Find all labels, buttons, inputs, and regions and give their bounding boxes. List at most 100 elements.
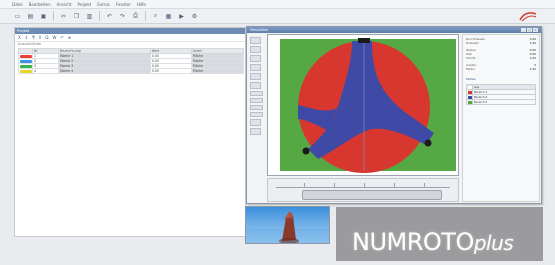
color-swatch[interactable] bbox=[18, 68, 33, 74]
row-nr: 4 bbox=[31, 68, 60, 74]
property-key: Schritt bbox=[466, 56, 476, 60]
new-icon[interactable]: ▭ bbox=[12, 11, 23, 21]
menu-edit[interactable]: Bearbeiten bbox=[29, 2, 51, 7]
open-icon[interactable]: ▤ bbox=[25, 11, 36, 21]
section-icon[interactable] bbox=[250, 128, 261, 135]
timeline-tick bbox=[334, 183, 335, 188]
layer-toggle[interactable] bbox=[250, 98, 263, 103]
row-label: Ebene 4 bbox=[58, 68, 151, 74]
save-icon[interactable]: ▣ bbox=[38, 11, 49, 21]
menu-help[interactable]: Hilfe bbox=[137, 2, 146, 7]
panel-toolbar: X ↕ ¶ V Ω W ↶ ⊕ bbox=[15, 34, 245, 42]
menu-view[interactable]: Ansicht bbox=[57, 2, 72, 7]
timeline-tick bbox=[364, 183, 365, 188]
menu-extras[interactable]: Extras bbox=[97, 2, 110, 7]
paste-icon[interactable]: ▥ bbox=[84, 11, 95, 21]
property-value[interactable]: 1.00 bbox=[530, 56, 536, 60]
window-titlebar[interactable]: Simulation _ □ × bbox=[247, 27, 541, 33]
legend-swatch bbox=[467, 100, 472, 104]
swatch-fill bbox=[19, 54, 32, 58]
layer-toggle[interactable] bbox=[250, 91, 263, 96]
side-toolbar bbox=[250, 37, 264, 172]
pointer-icon[interactable] bbox=[250, 37, 261, 44]
copy-icon[interactable]: ❐ bbox=[71, 11, 82, 21]
toolbar-separator bbox=[145, 11, 146, 21]
swatch-fill bbox=[19, 59, 32, 63]
zoom-in-icon[interactable] bbox=[250, 64, 261, 71]
panel-caption: Auswahlfarbe bbox=[18, 42, 42, 46]
row-value: 0.00 bbox=[149, 68, 192, 74]
table-row[interactable]: 4 Ebene 4 0.00 Fläche bbox=[18, 68, 245, 74]
fit-icon[interactable] bbox=[250, 82, 261, 89]
legend-swatch bbox=[467, 85, 472, 89]
timeline-tick bbox=[424, 183, 425, 188]
color-legend: aus Bereich 1 Bereich 2 Bereich 3 bbox=[466, 84, 536, 105]
zoom-icon[interactable]: ⌕ bbox=[150, 11, 161, 21]
maximize-icon[interactable]: □ bbox=[527, 28, 532, 32]
properties-panel: Durchmesser 3.00 Drehzahl 1.00 Winkel 0.00 … bbox=[462, 34, 540, 202]
legend-row[interactable]: Bereich 3 bbox=[466, 99, 536, 105]
clamp-top bbox=[358, 38, 370, 43]
menu-bar: Datei Bearbeiten Ansicht Projekt Extras … bbox=[0, 0, 555, 9]
legend-swatch bbox=[467, 90, 472, 94]
brand-logo: NUMROTOplus bbox=[352, 228, 514, 256]
timeline[interactable] bbox=[267, 178, 459, 202]
tool-preview-image bbox=[246, 211, 329, 243]
zoom-out-icon[interactable] bbox=[250, 73, 261, 80]
timeline-tick bbox=[394, 183, 395, 188]
simulation-window: Simulation _ □ × Durchmesser 3.00 Drehza… bbox=[246, 26, 542, 204]
property-value[interactable]: 1.00 bbox=[530, 67, 536, 71]
panel-tool[interactable]: V bbox=[38, 35, 43, 40]
panel-tool[interactable]: ⊕ bbox=[67, 35, 72, 40]
panel-tool[interactable]: ↕ bbox=[24, 35, 29, 40]
main-toolbar: ▭ ▤ ▣ ✂ ❐ ▥ ↶ ↷ ⎙ ⌕ ▦ ▶ ⚙ bbox=[0, 9, 555, 24]
panel-tool[interactable]: W bbox=[51, 35, 57, 40]
layer-table: Nr Bezeichnung Wert Anteil 1 Ebene 1 0.0… bbox=[18, 48, 245, 74]
property-key: Drehzahl bbox=[466, 41, 479, 45]
simulation-viewport[interactable] bbox=[267, 34, 459, 176]
window-controls: _ □ × bbox=[521, 27, 538, 33]
app-logo-icon bbox=[519, 12, 537, 22]
toolbar-separator bbox=[53, 11, 54, 21]
cross-section-view bbox=[280, 38, 456, 173]
legend-swatch bbox=[467, 95, 472, 99]
row-note: Fläche bbox=[190, 68, 245, 74]
legend-label: Bereich 3 bbox=[472, 99, 536, 105]
redo-icon[interactable]: ↷ bbox=[117, 11, 128, 21]
panel-tool[interactable]: ↶ bbox=[59, 35, 64, 40]
grid-icon[interactable]: ▦ bbox=[163, 11, 174, 21]
minimize-icon[interactable]: _ bbox=[521, 28, 526, 32]
panel-tool[interactable]: X bbox=[17, 35, 22, 40]
rotate-icon[interactable] bbox=[250, 46, 261, 53]
brand-suffix: plus bbox=[473, 231, 514, 255]
property-value[interactable]: 1.00 bbox=[530, 41, 536, 45]
layer-toggle[interactable] bbox=[250, 112, 263, 117]
toolbar-separator bbox=[99, 11, 100, 21]
menu-window[interactable]: Fenster bbox=[116, 2, 131, 7]
legend-title: Farben bbox=[466, 77, 477, 81]
menu-project[interactable]: Projekt bbox=[77, 2, 91, 7]
menu-file[interactable]: Datei bbox=[12, 2, 23, 7]
clamp-right bbox=[424, 139, 432, 147]
clamp-left bbox=[302, 147, 310, 155]
layer-toggle[interactable] bbox=[250, 105, 263, 110]
window-title: Simulation bbox=[250, 28, 269, 32]
swatch-fill bbox=[19, 64, 32, 68]
close-icon[interactable]: × bbox=[533, 28, 538, 32]
pan-icon[interactable] bbox=[250, 55, 261, 62]
print-icon[interactable]: ⎙ bbox=[130, 11, 141, 21]
swatch-fill bbox=[19, 69, 32, 73]
timeline-tick bbox=[304, 183, 305, 188]
panel-tool[interactable]: Ω bbox=[44, 35, 49, 40]
panel-tool[interactable]: ¶ bbox=[31, 35, 36, 40]
settings-icon[interactable]: ⚙ bbox=[189, 11, 200, 21]
undo-icon[interactable]: ↶ bbox=[104, 11, 115, 21]
brand-name: NUMROTO bbox=[352, 228, 474, 256]
property-key: Faktor bbox=[466, 67, 475, 71]
play-icon[interactable]: ▶ bbox=[176, 11, 187, 21]
project-panel: Projekt X ↕ ¶ V Ω W ↶ ⊕ Auswahlfarbe Nr … bbox=[14, 27, 246, 237]
timeline-track[interactable] bbox=[302, 190, 442, 200]
cut-icon[interactable]: ✂ bbox=[58, 11, 69, 21]
preview-thumbnail[interactable] bbox=[245, 206, 330, 244]
measure-icon[interactable] bbox=[250, 119, 261, 126]
